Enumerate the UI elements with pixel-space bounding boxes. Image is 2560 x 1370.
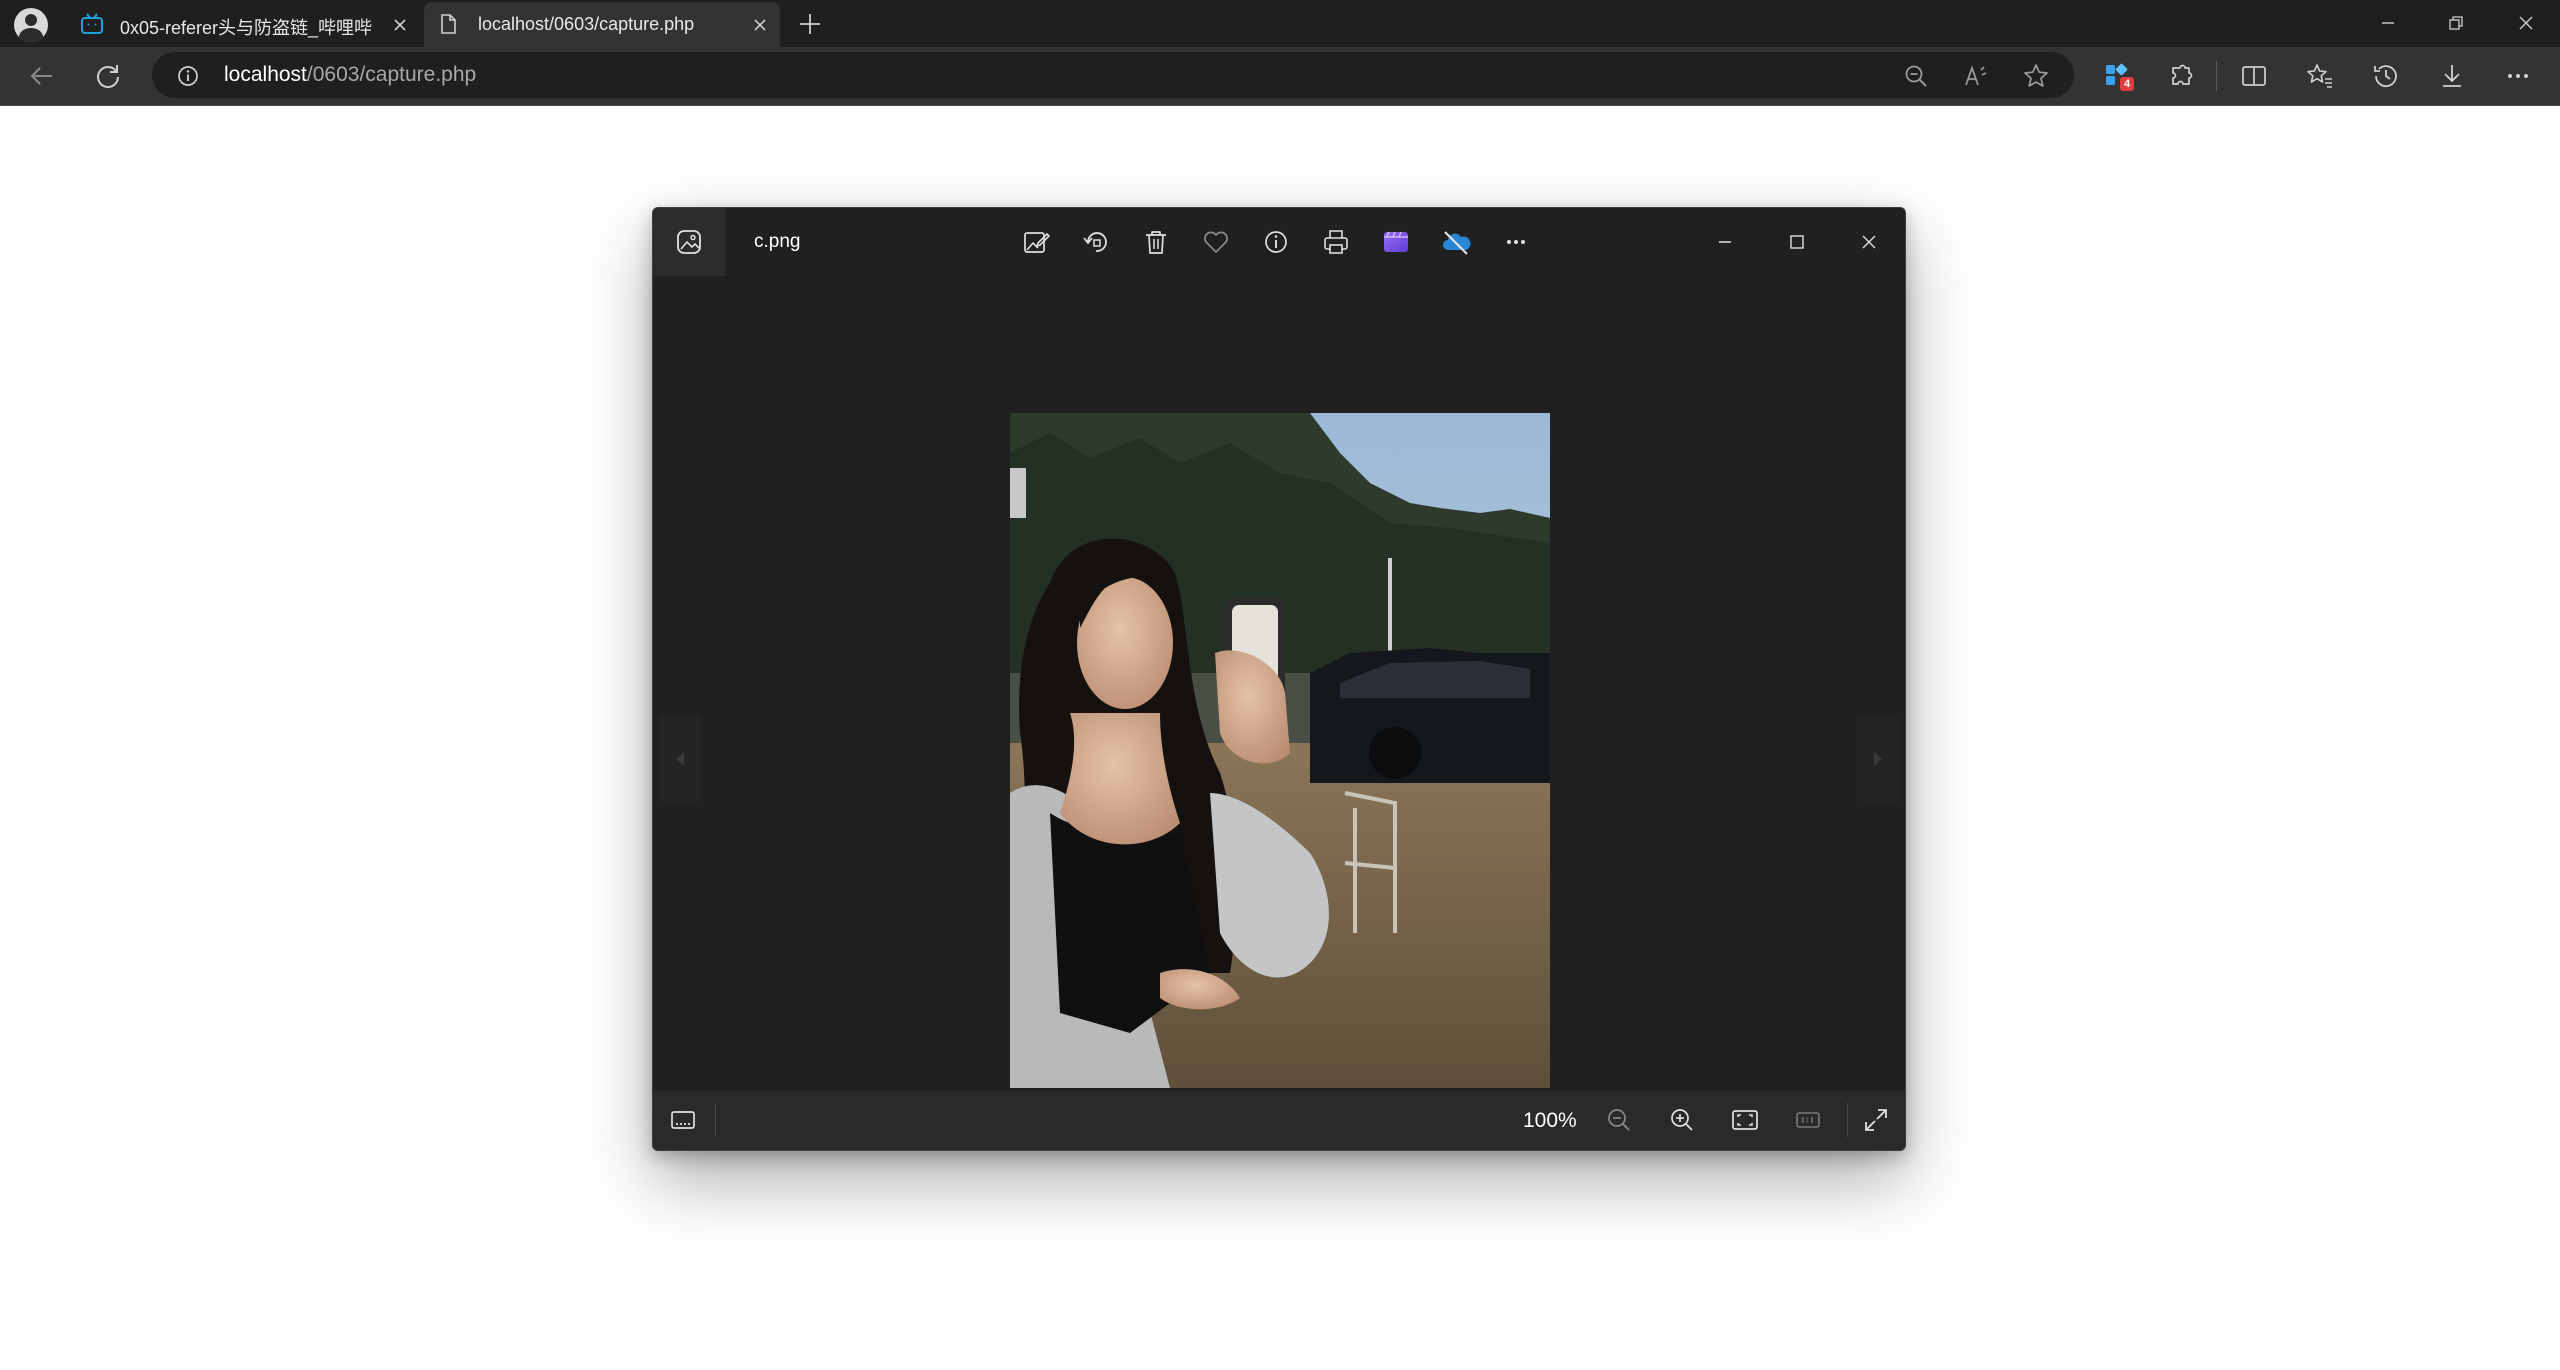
edit-image-icon[interactable] [1020,226,1052,258]
viewer-bottom-bar: 100% [653,1091,1905,1150]
favorite-icon[interactable] [1200,226,1232,258]
photos-app-icon[interactable] [653,208,725,276]
restore-icon[interactable] [2441,8,2471,38]
favorite-star-icon[interactable] [2022,62,2050,90]
bilibili-icon [80,12,104,36]
downloads-icon[interactable] [2436,60,2468,92]
close-icon[interactable] [1853,226,1885,258]
tab-capture[interactable]: localhost/0603/capture.php [424,2,780,47]
browser-toolbar: localhost/0603/capture.php 4 [0,47,2560,106]
zoom-out-icon[interactable] [1603,1104,1635,1136]
site-info-icon[interactable] [176,64,200,88]
more-icon[interactable] [1500,226,1532,258]
url-host: localhost [224,63,307,86]
previous-image-icon[interactable] [659,716,701,802]
photo-viewer-window: c.png 100% [652,207,1906,1151]
onedrive-off-icon[interactable] [1440,226,1472,258]
close-icon[interactable] [2511,8,2541,38]
extensions-icon[interactable] [2166,60,2198,92]
split-screen-icon[interactable] [2238,60,2270,92]
zoom-in-icon[interactable] [1666,1104,1698,1136]
profile-avatar[interactable] [14,8,48,42]
close-tab-icon[interactable] [750,15,770,35]
tab-title: 0x05-referer头与防盗链_哔哩哔哩 [120,18,372,38]
photo-image [1010,413,1550,1088]
history-icon[interactable] [2370,60,2402,92]
address-bar[interactable]: localhost/0603/capture.php [152,52,2074,98]
info-icon[interactable] [1260,226,1292,258]
viewer-titlebar: c.png [653,208,1905,276]
actual-size-icon[interactable] [1792,1104,1824,1136]
clipchamp-icon[interactable] [1380,226,1412,258]
url-text[interactable]: localhost/0603/capture.php [224,63,476,87]
filmstrip-icon[interactable] [667,1104,699,1136]
toolbar-divider [2216,61,2217,91]
tab-bilibili[interactable]: 0x05-referer头与防盗链_哔哩哔哩 [68,2,420,47]
print-icon[interactable] [1320,226,1352,258]
next-image-icon[interactable] [1857,716,1899,802]
image-canvas[interactable] [653,276,1905,1098]
read-aloud-icon[interactable] [1962,62,1990,90]
fit-to-window-icon[interactable] [1729,1104,1761,1136]
browser-tab-strip: 0x05-referer头与防盗链_哔哩哔哩 localhost/0603/ca… [0,0,2560,47]
page-icon [436,12,460,36]
refresh-icon[interactable] [92,60,124,92]
delete-icon[interactable] [1140,226,1172,258]
file-name: c.png [754,231,801,252]
back-icon[interactable] [26,60,58,92]
favorites-icon[interactable] [2304,60,2336,92]
settings-more-icon[interactable] [2502,60,2534,92]
fullscreen-icon[interactable] [1860,1104,1892,1136]
bottom-divider [715,1103,716,1137]
extension-badge: 4 [2120,77,2134,91]
rotate-icon[interactable] [1080,226,1112,258]
zoom-level[interactable]: 100% [1523,1109,1577,1133]
close-tab-icon[interactable] [390,15,410,35]
bottom-divider [1847,1103,1848,1137]
minimize-icon[interactable] [1709,226,1741,258]
tab-title: localhost/0603/capture.php [478,14,695,34]
zoom-icon[interactable] [1902,62,1930,90]
url-path: /0603/capture.php [306,63,477,86]
minimize-icon[interactable] [2373,8,2403,38]
maximize-icon[interactable] [1781,226,1813,258]
new-tab-icon[interactable] [796,10,824,38]
